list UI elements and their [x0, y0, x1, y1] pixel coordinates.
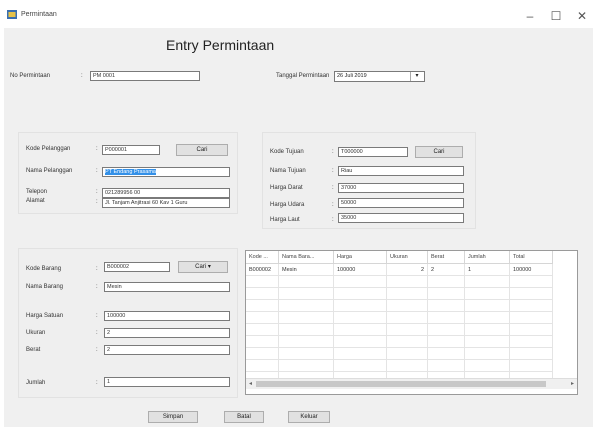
colon: :	[96, 380, 98, 386]
harga-laut-label: Harga Laut	[270, 217, 300, 223]
scrollbar-thumb[interactable]	[256, 381, 546, 387]
colon: :	[96, 330, 98, 336]
cari-barang-button[interactable]: Cari ▾	[178, 261, 228, 273]
cari-pelanggan-button[interactable]: Cari	[176, 144, 228, 156]
nama-tujuan-label: Nama Tujuan	[270, 168, 306, 174]
colon: :	[96, 189, 98, 195]
table-cell: 2	[386, 263, 428, 276]
close-button[interactable]: ✕	[569, 6, 595, 26]
harga-satuan-label: Harga Satuan	[26, 313, 64, 319]
harga-udara-input[interactable]: 50000	[338, 198, 464, 208]
colon: :	[332, 149, 334, 155]
table-cell: B000002	[246, 263, 279, 276]
cari-barang-label: Cari	[195, 264, 207, 270]
column-header[interactable]: Berat	[427, 251, 465, 264]
colon: :	[96, 284, 98, 290]
column-header[interactable]: Nama Bara...	[278, 251, 334, 264]
harga-darat-input[interactable]: 37000	[338, 183, 464, 193]
colon: :	[332, 185, 334, 191]
colon: :	[81, 73, 83, 79]
simpan-button[interactable]: Simpan	[148, 411, 198, 423]
nama-pelanggan-input[interactable]: PT Endang Prasama	[102, 167, 230, 177]
colon: :	[332, 202, 334, 208]
no-permintaan-input[interactable]: PM 0001	[90, 71, 200, 81]
colon: :	[96, 266, 98, 272]
ukuran-label: Ukuran	[26, 330, 46, 336]
detail-table: Kode ... Nama Bara... Harga Ukuran Berat…	[246, 251, 553, 384]
maximize-button[interactable]: ☐	[543, 6, 569, 26]
nama-tujuan-input[interactable]: Riau	[338, 166, 464, 176]
empty-row	[246, 335, 553, 348]
scroll-left-icon[interactable]: ◂	[246, 379, 255, 389]
cari-tujuan-button[interactable]: Cari	[415, 146, 463, 158]
alamat-input[interactable]: Jl. Tanjam Anjitrasi 60 Kav 1 Guru	[102, 198, 230, 208]
colon: :	[332, 217, 334, 223]
kode-tujuan-label: Kode Tujuan	[270, 149, 304, 155]
minimize-button[interactable]: –	[517, 6, 543, 26]
table-row[interactable]: B000002 Mesin 100000 2 2 1 100000	[246, 263, 553, 276]
calendar-dropdown-icon[interactable]: ▾	[410, 72, 423, 81]
column-header[interactable]: Jumlah	[464, 251, 510, 264]
empty-row	[246, 311, 553, 324]
empty-row	[246, 275, 553, 288]
colon: :	[332, 168, 334, 174]
jumlah-input[interactable]: 1	[104, 377, 230, 387]
nama-pelanggan-label: Nama Pelanggan	[26, 168, 73, 174]
page-title: Entry Permintaan	[166, 37, 275, 53]
tanggal-permintaan-label: Tanggal Permintaan	[276, 73, 330, 79]
harga-satuan-input[interactable]: 100000	[104, 311, 230, 321]
column-header[interactable]: Harga	[333, 251, 387, 264]
window-title: Permintaan	[21, 11, 57, 18]
colon: :	[96, 347, 98, 353]
tanggal-date-picker[interactable]: 26 Juli 2019 ▾	[334, 71, 425, 82]
column-header[interactable]: Total	[509, 251, 553, 264]
colon: :	[96, 168, 98, 174]
kode-barang-input[interactable]: B000002	[104, 262, 170, 272]
keluar-button[interactable]: Keluar	[288, 411, 330, 423]
kode-barang-label: Kode Barang	[26, 266, 62, 272]
nama-pelanggan-value: PT Endang Prasama	[105, 169, 156, 175]
nama-barang-label: Nama Barang	[26, 284, 64, 290]
table-header-row: Kode ... Nama Bara... Harga Ukuran Berat…	[246, 251, 553, 264]
batal-button[interactable]: Batal	[224, 411, 264, 423]
colon: :	[96, 146, 98, 152]
column-header[interactable]: Kode ...	[246, 251, 279, 264]
scroll-right-icon[interactable]: ▸	[568, 379, 577, 389]
app-icon	[7, 10, 17, 19]
berat-label: Berat	[26, 347, 41, 353]
jumlah-label: Jumlah	[26, 380, 46, 386]
harga-darat-label: Harga Darat	[270, 185, 303, 191]
horizontal-scrollbar[interactable]: ◂ ▸	[246, 378, 577, 389]
kode-tujuan-input[interactable]: T000000	[338, 147, 408, 157]
empty-row	[246, 299, 553, 312]
harga-laut-input[interactable]: 35000	[338, 213, 464, 223]
telepon-label: Telepon	[26, 189, 48, 195]
table-cell: Mesin	[278, 263, 334, 276]
detail-grid[interactable]: Kode ... Nama Bara... Harga Ukuran Berat…	[245, 250, 578, 395]
table-cell: 1	[464, 263, 510, 276]
table-cell: 2	[427, 263, 465, 276]
column-header[interactable]: Ukuran	[386, 251, 428, 264]
telepon-input[interactable]: 021289956 00	[102, 188, 230, 198]
tanggal-value: 26 Juli 2019	[337, 73, 367, 79]
colon: :	[96, 313, 98, 319]
colon: :	[96, 199, 98, 205]
kode-pelanggan-input[interactable]: P000001	[102, 145, 160, 155]
empty-row	[246, 347, 553, 360]
kode-pelanggan-label: Kode Pelanggan	[26, 146, 71, 152]
table-cell: 100000	[333, 263, 387, 276]
chevron-down-icon: ▾	[207, 264, 211, 270]
nama-barang-input[interactable]: Mesin	[104, 282, 230, 292]
no-permintaan-label: No Permintaan	[10, 73, 51, 79]
empty-row	[246, 323, 553, 336]
empty-row	[246, 359, 553, 372]
alamat-label: Alamat	[26, 198, 45, 204]
table-cell: 100000	[509, 263, 553, 276]
ukuran-input[interactable]: 2	[104, 328, 230, 338]
window: Permintaan – ☐ ✕ Entry Permintaan No Per…	[0, 0, 597, 431]
title-bar[interactable]: Permintaan – ☐ ✕	[0, 0, 597, 28]
empty-row	[246, 287, 553, 300]
berat-input[interactable]: 2	[104, 345, 230, 355]
harga-udara-label: Harga Udara	[270, 202, 305, 208]
